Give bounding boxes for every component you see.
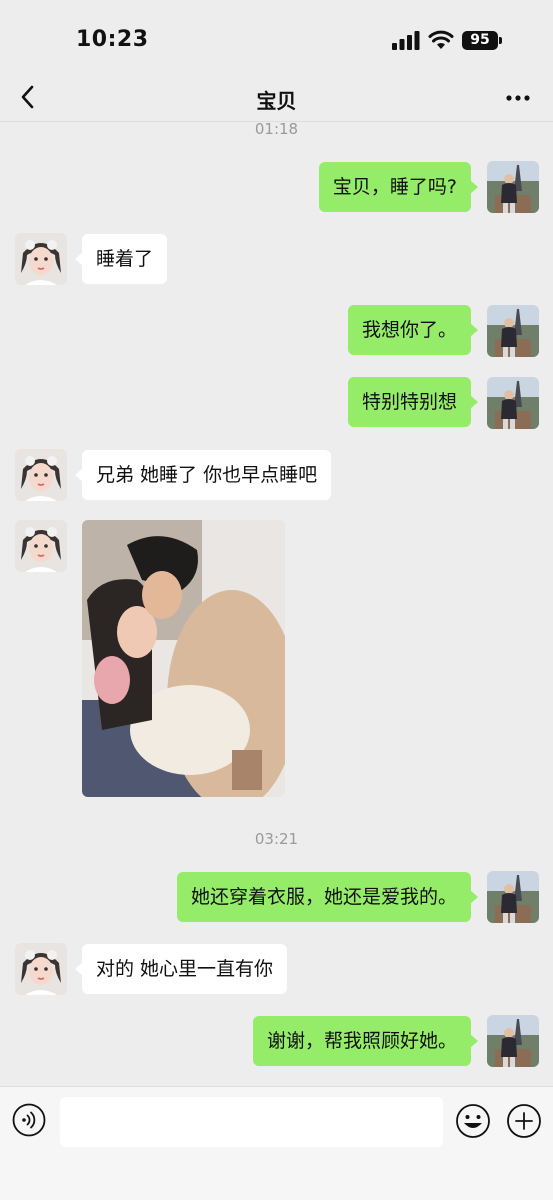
voice-icon[interactable] [12,1103,46,1137]
message-bubble-sent[interactable]: 宝贝，睡了吗? [318,162,479,212]
avatar-self[interactable] [487,1015,539,1067]
message-timestamp: 01:18 [254,120,299,138]
status-bar: 10:23 95 [0,0,553,76]
message-bubble-sent[interactable]: 谢谢，帮我照顾好她。 [252,1016,479,1066]
battery-tip [499,37,502,44]
message-bubble-sent[interactable]: 我想你了。 [347,305,479,355]
message-bubble-sent[interactable]: 特别特别想 [347,377,479,427]
avatar-self[interactable] [487,377,539,429]
chat-title: 宝贝 [256,89,297,113]
battery-indicator: 95 [462,31,498,50]
cellular-signal-icon [392,31,420,50]
more-dots-icon[interactable] [505,94,531,102]
message-bubble-received[interactable]: 睡着了 [74,234,168,284]
avatar-self[interactable] [487,871,539,923]
chat-header: 宝贝 [0,76,553,122]
avatar-contact[interactable] [15,943,67,995]
avatar-contact[interactable] [15,233,67,285]
avatar-contact[interactable] [15,449,67,501]
wifi-icon [428,30,454,49]
message-timestamp: 03:21 [254,830,299,848]
status-time: 10:23 [76,27,149,52]
avatar-self[interactable] [487,161,539,213]
plus-circle-icon[interactable] [506,1103,542,1139]
input-bar [0,1086,553,1200]
message-input[interactable] [60,1097,443,1147]
photo-message[interactable] [82,520,285,797]
emoji-icon[interactable] [455,1103,491,1139]
message-bubble-received[interactable]: 兄弟 她睡了 你也早点睡吧 [74,450,332,500]
avatar-contact[interactable] [15,520,67,572]
message-bubble-sent[interactable]: 她还穿着衣服，她还是爱我的。 [176,872,479,922]
avatar-self[interactable] [487,305,539,357]
message-bubble-received[interactable]: 对的 她心里一直有你 [74,944,288,994]
